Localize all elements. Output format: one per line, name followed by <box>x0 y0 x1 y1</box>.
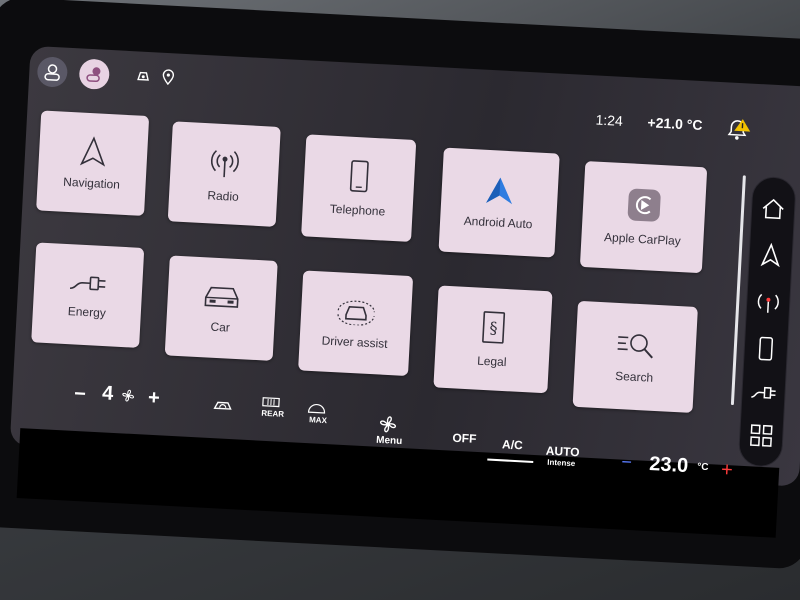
navigation-arrow-icon <box>79 136 106 167</box>
temp-decrease-button[interactable]: − <box>621 452 633 474</box>
tile-label: Legal <box>476 353 507 370</box>
climate-off-button[interactable]: OFF <box>452 431 477 446</box>
carplay-icon <box>627 188 661 222</box>
user-profile-button[interactable] <box>36 56 69 88</box>
tile-apple-carplay[interactable]: Apple CarPlay <box>579 161 708 274</box>
climate-menu-fan-icon[interactable] <box>376 413 399 436</box>
auto-intense-label: Intense <box>547 457 576 469</box>
shortcut-rail <box>737 175 797 468</box>
tile-label: Search <box>614 368 654 385</box>
tile-energy[interactable]: Energy <box>31 242 145 348</box>
max-defrost-label: MAX <box>308 415 328 426</box>
car-icon <box>204 286 239 308</box>
cabin-temp-unit: °C <box>696 461 709 474</box>
tile-navigation[interactable]: Navigation <box>36 110 150 216</box>
tile-android-auto[interactable]: Android Auto <box>438 147 560 258</box>
legal-section-icon: § <box>482 311 506 344</box>
guest-profile-icon <box>86 67 101 83</box>
tile-label: Android Auto <box>463 213 533 232</box>
search-icon <box>617 334 653 359</box>
fan-icon <box>122 389 134 402</box>
fan-level-value: 4 <box>101 382 114 405</box>
radio-antenna-icon <box>210 150 239 178</box>
notification-bell-icon[interactable] <box>725 116 752 141</box>
android-auto-icon <box>486 177 513 205</box>
tile-telephone[interactable]: Telephone <box>301 134 417 242</box>
rear-defrost-label: REAR <box>261 408 285 419</box>
max-defrost-icon[interactable] <box>307 403 326 414</box>
user-icon <box>44 64 60 81</box>
tile-label: Telephone <box>329 201 386 219</box>
rear-defrost-icon[interactable] <box>262 397 280 408</box>
tile-car[interactable]: Car <box>164 255 278 361</box>
tile-label: Radio <box>207 188 240 204</box>
plug-icon[interactable] <box>750 382 777 401</box>
tile-search[interactable]: Search <box>572 300 698 413</box>
infotainment-screen: 1:24 +21.0 °C Navigation Radio Telephone… <box>9 45 800 487</box>
phone-icon <box>349 160 369 193</box>
apps-grid-icon[interactable] <box>750 423 773 447</box>
tile-label: Navigation <box>62 174 121 192</box>
phone-icon[interactable] <box>758 336 774 361</box>
navigation-arrow-icon[interactable] <box>760 242 781 267</box>
temp-increase-button[interactable]: + <box>720 459 734 483</box>
tile-driver-assist[interactable]: Driver assist <box>298 270 414 377</box>
tile-label: Driver assist <box>321 333 388 351</box>
tile-label: Apple CarPlay <box>603 230 682 249</box>
tile-legal[interactable]: § Legal <box>433 285 553 394</box>
tile-radio[interactable]: Radio <box>167 121 281 227</box>
clock-time: 1:24 <box>595 111 624 129</box>
recirculation-icon[interactable] <box>211 398 234 413</box>
fan-increase-button[interactable]: + <box>147 387 161 411</box>
home-icon[interactable] <box>761 197 786 220</box>
car-connect-icon[interactable] <box>135 67 152 84</box>
tile-label: Car <box>210 319 231 335</box>
tile-label: Energy <box>67 304 107 321</box>
svg-text:§: § <box>489 318 498 337</box>
radio-antenna-icon[interactable] <box>756 289 781 314</box>
guest-profile-button[interactable] <box>78 58 111 90</box>
outside-temperature: +21.0 °C <box>647 114 703 134</box>
ac-button[interactable]: A/C <box>502 437 523 452</box>
plug-icon <box>70 276 106 291</box>
cabin-temp-value: 23.0 <box>648 453 689 478</box>
ac-active-indicator <box>487 458 534 463</box>
climate-menu-label[interactable]: Menu <box>376 435 403 447</box>
driver-assist-icon <box>337 300 375 326</box>
location-pin-icon[interactable] <box>161 69 176 86</box>
fan-decrease-button[interactable]: − <box>74 383 87 407</box>
